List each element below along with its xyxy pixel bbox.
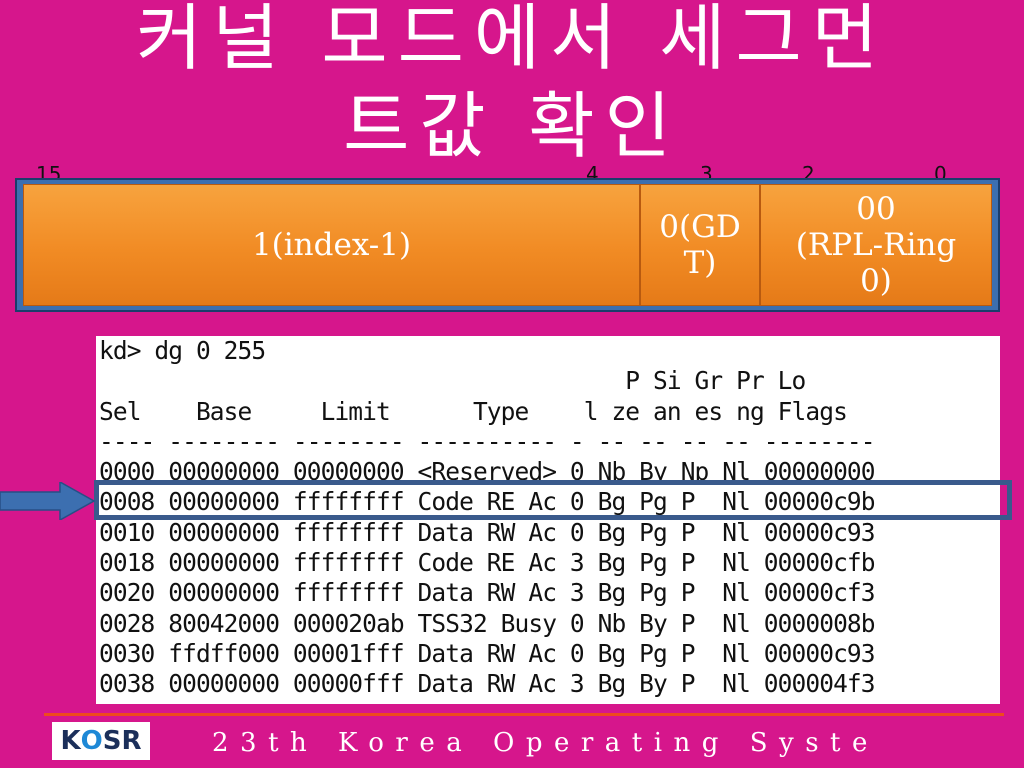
- segment-index-label: 1(index-1): [251, 227, 412, 263]
- segment-ti-line-1: 0(GD: [659, 209, 741, 245]
- kosr-logo: K O SR: [52, 722, 150, 760]
- gdt-row: 0018 00000000 ffffffff Code RE Ac 3 Bg P…: [99, 548, 876, 578]
- gdt-row: 0020 00000000 ffffffff Data RW Ac 3 Bg P…: [99, 578, 876, 608]
- header-line-2: Sel Base Limit Type l ze an es ng Flags: [99, 396, 848, 426]
- gdt-row: 0038 00000000 00000fff Data RW Ac 3 Bg B…: [99, 669, 876, 699]
- segment-rpl-line-3: 0): [860, 263, 892, 299]
- row-highlight-box: [94, 480, 1012, 520]
- header-line-1: P Si Gr Pr Lo: [99, 366, 806, 396]
- gdt-row: 0030 ffdff000 00001fff Data RW Ac 0 Bg P…: [99, 638, 876, 668]
- gdt-row: 0028 80042000 000020ab TSS32 Busy 0 Nb B…: [99, 608, 876, 638]
- segment-rpl-line-1: 00: [856, 191, 896, 227]
- segment-index: 1(index-1): [23, 184, 640, 306]
- gdt-row: 0010 00000000 ffffffff Data RW Ac 0 Bg P…: [99, 517, 876, 547]
- footer-divider: [44, 713, 1004, 716]
- footer-text: 23th Korea Operating Syste: [212, 728, 879, 758]
- separator-line: ---- -------- -------- ---------- - -- -…: [99, 426, 876, 456]
- segment-ti: 0(GD T): [640, 184, 760, 306]
- arrow-right-icon: [0, 482, 96, 520]
- debugger-output: kd> dg 0 255 P Si Gr Pr Lo Sel Base Limi…: [96, 336, 1000, 704]
- segment-rpl: 00 (RPL-Ring 0): [760, 184, 992, 306]
- title-line-1: 커널 모드에서 세그먼: [136, 0, 888, 80]
- command-line: kd> dg 0 255: [99, 336, 266, 365]
- title-line-2: 트값 확인: [343, 84, 681, 168]
- slide-title: 커널 모드에서 세그먼 트값 확인: [0, 0, 1024, 170]
- segment-rpl-line-2: (RPL-Ring: [795, 227, 957, 263]
- segment-ti-line-2: T): [683, 245, 717, 281]
